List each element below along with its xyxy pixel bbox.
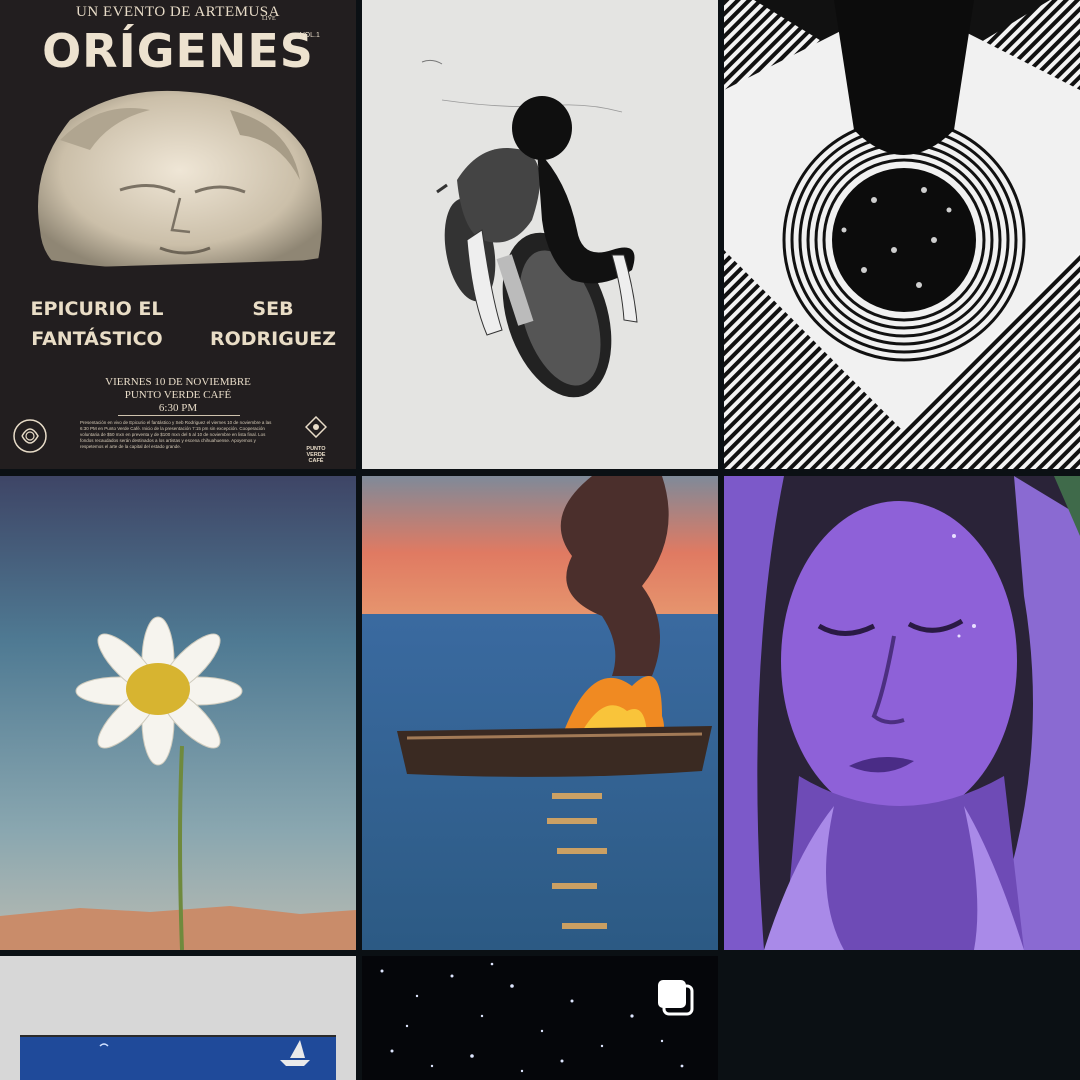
poster-venue-logo-text: PUNTO VERDE CAFÉ bbox=[298, 446, 334, 464]
poster-artist-1-line2: FANTÁSTICO bbox=[31, 328, 163, 350]
post-tile-blue-boat[interactable] bbox=[0, 956, 356, 1080]
post-tile-daisy[interactable] bbox=[0, 476, 356, 950]
poster-volume: VOL.1 bbox=[300, 32, 320, 39]
poster-artist-1-line1: EPICURIO EL bbox=[30, 298, 164, 320]
profile-post-grid: UN EVENTO DE ARTEMUSA LIVE ORÍGENES VOL.… bbox=[0, 0, 1080, 1080]
poster-artist-2-line1: SEB bbox=[252, 298, 294, 320]
blue-boat-painting-image bbox=[20, 1035, 336, 1080]
post-tile-burning-boat[interactable] bbox=[362, 476, 718, 950]
artemusa-logo-icon bbox=[13, 419, 47, 453]
post-tile-poster-origenes[interactable]: UN EVENTO DE ARTEMUSA LIVE ORÍGENES VOL.… bbox=[0, 0, 356, 469]
purple-woman-painting-image bbox=[724, 476, 1080, 950]
couple-motorcycle-illustration bbox=[421, 59, 638, 398]
poster-live-label: LIVE bbox=[262, 16, 276, 22]
poster-event-details: VIERNES 10 DE NOVIEMBRE PUNTO VERDE CAFÉ… bbox=[0, 376, 356, 415]
poster-presenter: UN EVENTO DE ARTEMUSA bbox=[76, 4, 280, 20]
poster-time: 6:30 PM bbox=[158, 402, 198, 414]
geometric-portal-illustration bbox=[724, 0, 1080, 469]
poster-artist-1: EPICURIO EL FANTÁSTICO bbox=[22, 294, 172, 354]
daisy-painting-image bbox=[0, 476, 356, 950]
poster-venue: PUNTO VERDE CAFÉ bbox=[124, 389, 232, 401]
post-tile-purple-woman[interactable] bbox=[724, 476, 1080, 950]
burning-boat-painting-image bbox=[362, 476, 718, 950]
punto-verde-logo-icon bbox=[305, 416, 327, 438]
empty-grid-slot bbox=[724, 956, 1080, 1080]
poster-artist-2-line2: RODRIGUEZ bbox=[209, 328, 337, 350]
post-tile-starry-night[interactable] bbox=[362, 956, 718, 1080]
statue-head-image bbox=[38, 90, 322, 280]
venue-logo-line3: CAFÉ bbox=[308, 458, 324, 464]
poster-date: VIERNES 10 DE NOVIEMBRE bbox=[105, 376, 251, 388]
multiple-images-icon bbox=[658, 980, 694, 1016]
poster-divider bbox=[118, 415, 240, 416]
poster-artist-2: SEB RODRIGUEZ bbox=[206, 294, 340, 354]
poster-description: Presentación en vivo de Epicurio el fant… bbox=[80, 420, 272, 449]
post-tile-couple-motorcycle[interactable] bbox=[362, 0, 718, 469]
post-tile-geometric-portal[interactable] bbox=[724, 0, 1080, 469]
